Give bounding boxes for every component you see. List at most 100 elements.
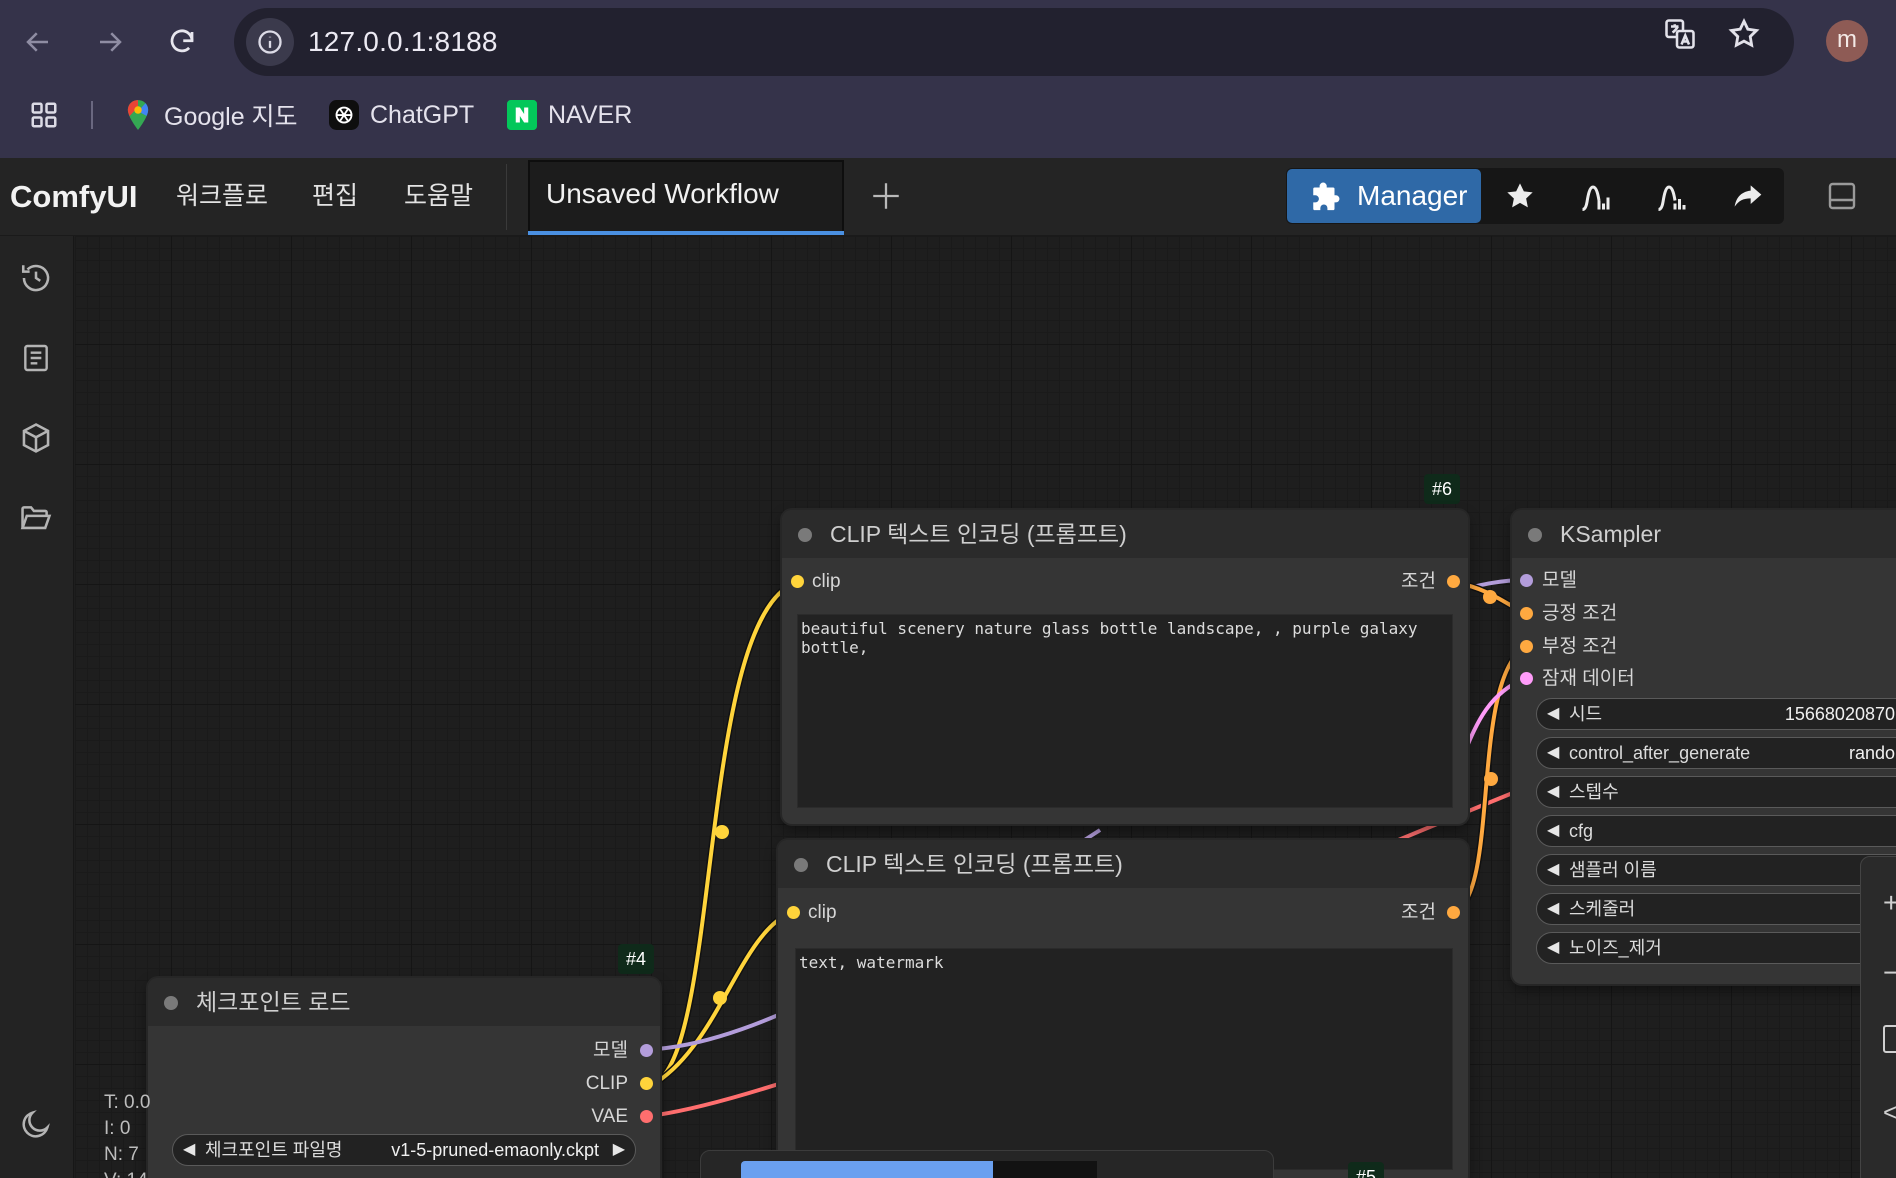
theme-toggle-moon-icon[interactable] xyxy=(14,1102,58,1146)
bookmark-naver[interactable]: NAVER xyxy=(506,90,632,140)
lab-button-2[interactable] xyxy=(1652,176,1692,216)
widget-checkpoint-name[interactable]: ◀ 체크포인트 파일명 v1-5-pruned-emaonly.ckpt ▶ xyxy=(172,1134,636,1166)
input-slot-clip[interactable] xyxy=(787,906,800,919)
queue-progress-bar[interactable] xyxy=(741,1161,993,1178)
favorite-button[interactable] xyxy=(1500,176,1540,216)
site-info-icon[interactable] xyxy=(246,18,294,66)
canvas-zoom-toolbar: + − < xyxy=(1860,856,1896,1178)
bookmark-label: NAVER xyxy=(548,100,633,129)
decrement-arrow-icon[interactable]: ◀ xyxy=(1547,777,1559,807)
widget-scheduler[interactable]: ◀ 스케줄러 xyxy=(1536,893,1896,925)
apps-grid-icon xyxy=(28,99,60,131)
collapse-dot-icon[interactable] xyxy=(164,996,178,1010)
add-tab-button[interactable] xyxy=(864,174,908,218)
input-label-clip: clip xyxy=(812,571,841,592)
bookmark-star-icon[interactable] xyxy=(1724,14,1764,54)
output-slot-conditioning[interactable] xyxy=(1447,906,1460,919)
decrement-arrow-icon[interactable]: ◀ xyxy=(1547,855,1559,885)
decrement-arrow-icon[interactable]: ◀ xyxy=(1547,933,1559,963)
node-clip-text-encode-positive[interactable]: CLIP 텍스트 인코딩 (프롬프트) clip 조건 beautiful sc… xyxy=(782,510,1468,824)
node-clip-text-encode-negative[interactable]: CLIP 텍스트 인코딩 (프롬프트) clip 조건 text, waterm… xyxy=(778,840,1468,1178)
toggle-link-visibility-icon[interactable]: < xyxy=(1883,1097,1896,1128)
url-text[interactable]: 127.0.0.1:8188 xyxy=(308,8,498,76)
manager-button[interactable]: Manager xyxy=(1287,169,1481,223)
lab-button-1[interactable] xyxy=(1576,176,1616,216)
queue-options[interactable] xyxy=(993,1161,1097,1178)
menu-help[interactable]: 도움말 xyxy=(404,158,473,234)
bookmark-chatgpt[interactable]: ChatGPT xyxy=(328,90,474,140)
input-slot-negative[interactable] xyxy=(1520,640,1533,653)
apps-button[interactable] xyxy=(28,90,70,140)
input-slot-model[interactable] xyxy=(1520,574,1533,587)
node-title: 체크포인트 로드 xyxy=(196,989,351,1015)
chatgpt-logo-icon xyxy=(328,99,360,131)
forward-button[interactable] xyxy=(86,18,134,66)
widget-label: 체크포인트 파일명 xyxy=(205,1140,343,1160)
input-slot-clip[interactable] xyxy=(791,575,804,588)
output-label-model: 모델 xyxy=(593,1040,628,1061)
menu-workflow[interactable]: 워크플로 xyxy=(176,158,268,234)
decrement-arrow-icon[interactable]: ◀ xyxy=(1547,894,1559,924)
output-slot-conditioning[interactable] xyxy=(1447,575,1460,588)
output-label-vae: VAE xyxy=(591,1106,628,1127)
collapse-dot-icon[interactable] xyxy=(798,528,812,542)
node-library-icon[interactable] xyxy=(14,336,58,380)
toggle-bottom-panel-button[interactable] xyxy=(1822,176,1862,216)
node-title-bar[interactable]: CLIP 텍스트 인코딩 (프롬프트) xyxy=(778,840,1468,888)
output-slot-vae[interactable] xyxy=(640,1110,653,1123)
plus-icon xyxy=(873,183,899,209)
prompt-textarea[interactable]: text, watermark xyxy=(795,948,1453,1170)
node-checkpoint-loader[interactable]: 체크포인트 로드 모델 CLIP VAE ◀ 체크포인트 파일명 v1-5-pr… xyxy=(148,978,660,1178)
output-label-conditioning: 조건 xyxy=(1401,571,1436,592)
node-title-bar[interactable]: 체크포인트 로드 xyxy=(148,978,660,1026)
node-ksampler[interactable]: KSampler 모델 긍정 조건 부정 조건 잠재 데이터 ◀ 시드 1566… xyxy=(1512,510,1896,984)
input-slot-positive[interactable] xyxy=(1520,607,1533,620)
output-label-conditioning: 조건 xyxy=(1401,902,1436,923)
share-button[interactable] xyxy=(1728,176,1768,216)
widget-label: 스텝수 xyxy=(1569,782,1619,802)
decrement-arrow-icon[interactable]: ◀ xyxy=(1547,738,1559,768)
input-label-negative: 부정 조건 xyxy=(1542,636,1618,657)
decrement-arrow-icon[interactable]: ◀ xyxy=(1547,699,1559,729)
output-slot-clip[interactable] xyxy=(640,1077,653,1090)
output-slot-model[interactable] xyxy=(640,1044,653,1057)
widget-denoise[interactable]: ◀ 노이즈_제거 xyxy=(1536,932,1896,964)
zoom-in-icon[interactable]: + xyxy=(1883,887,1896,919)
node-id-badge: #4 xyxy=(618,944,655,974)
model-library-cube-icon[interactable] xyxy=(14,416,58,460)
node-title: CLIP 텍스트 인코딩 (프롬프트) xyxy=(830,521,1127,547)
widget-cfg[interactable]: ◀ cfg xyxy=(1536,815,1896,847)
translate-icon[interactable] xyxy=(1660,14,1700,54)
widget-sampler-name[interactable]: ◀ 샘플러 이름 xyxy=(1536,854,1896,886)
node-title-bar[interactable]: CLIP 텍스트 인코딩 (프롬프트) xyxy=(782,510,1468,558)
zoom-out-icon[interactable]: − xyxy=(1883,957,1896,989)
widget-label: cfg xyxy=(1569,821,1594,841)
menu-edit[interactable]: 편집 xyxy=(312,158,358,234)
canvas-stats: T: 0.0 I: 0 N: 7 V: 14 xyxy=(104,1090,150,1178)
increment-arrow-icon[interactable]: ▶ xyxy=(613,1135,625,1165)
fit-view-icon[interactable] xyxy=(1883,1025,1896,1053)
collapse-dot-icon[interactable] xyxy=(794,858,808,872)
decrement-arrow-icon[interactable]: ◀ xyxy=(1547,816,1559,846)
back-button[interactable] xyxy=(14,18,62,66)
prompt-textarea[interactable]: beautiful scenery nature glass bottle la… xyxy=(797,614,1453,808)
collapse-dot-icon[interactable] xyxy=(1528,528,1542,542)
reload-button[interactable] xyxy=(158,18,206,66)
decrement-arrow-icon[interactable]: ◀ xyxy=(183,1135,195,1165)
address-bar[interactable]: 127.0.0.1:8188 xyxy=(234,8,1794,76)
star-filled-icon xyxy=(1507,183,1533,208)
widget-seed[interactable]: ◀ 시드 15668020870 xyxy=(1536,698,1896,730)
left-sidebar xyxy=(0,236,74,1178)
arrow-left-icon xyxy=(26,32,48,52)
queue-history-icon[interactable] xyxy=(14,256,58,300)
bookmark-google-maps[interactable]: Google 지도 xyxy=(122,90,298,140)
workflows-folder-icon[interactable] xyxy=(14,496,58,540)
profile-avatar[interactable]: m xyxy=(1826,20,1868,62)
puzzle-piece-icon xyxy=(1309,179,1343,213)
widget-control-after-generate[interactable]: ◀ control_after_generate rando xyxy=(1536,737,1896,769)
widget-steps[interactable]: ◀ 스텝수 xyxy=(1536,776,1896,808)
input-slot-latent[interactable] xyxy=(1520,672,1533,685)
widget-label: 시드 xyxy=(1569,704,1603,724)
tab-unsaved-workflow[interactable]: Unsaved Workflow xyxy=(528,160,844,234)
node-title-bar[interactable]: KSampler xyxy=(1512,510,1896,558)
